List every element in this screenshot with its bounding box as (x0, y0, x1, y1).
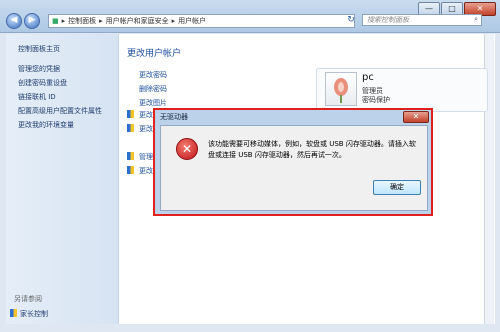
sidebar-item-profile[interactable]: 配置高级用户配置文件属性 (18, 106, 102, 116)
see-also-label: 另请参阅 (14, 295, 42, 303)
sidebar-item-reset-disk[interactable]: 创建密码重设盘 (18, 78, 67, 88)
page-title: 更改用户帐户 (127, 49, 182, 59)
change-link[interactable]: 更改 (139, 166, 153, 176)
breadcrumb-item[interactable]: 用户帐户和家庭安全 (106, 16, 169, 26)
breadcrumb-sep-icon: ▸ (61, 17, 66, 25)
search-input[interactable]: 搜索控制面板 ⌕ (362, 14, 482, 26)
refresh-icon[interactable]: ↻ (345, 14, 357, 26)
shield-icon (127, 166, 134, 174)
back-button[interactable]: ◀ (6, 13, 22, 29)
breadcrumb-item[interactable]: 用户帐户 (178, 16, 206, 26)
change-picture-link[interactable]: 更改图片 (139, 98, 167, 108)
sidebar-item-credentials[interactable]: 管理您的凭据 (18, 64, 60, 74)
sidebar-item-home[interactable]: 控制面板主页 (18, 44, 60, 54)
forward-button[interactable]: ▶ (24, 13, 40, 29)
manage-link[interactable]: 管理 (139, 152, 153, 162)
control-panel-icon: ■ (52, 17, 59, 25)
dialog-body: ✕ 该功能需要可移动媒体，例如，软盘或 USB 闪存驱动器。请插入软盘或连接 U… (160, 125, 428, 211)
change-link[interactable]: 更改 (139, 110, 153, 120)
sidebar-item-family-safety[interactable]: 家长控制 (20, 309, 48, 319)
change-link[interactable]: 更改 (139, 124, 153, 134)
dialog-close-button[interactable]: ✕ (403, 111, 429, 123)
breadcrumb-item[interactable]: 控制面板 (68, 16, 96, 26)
ok-button[interactable]: 确定 (373, 180, 421, 195)
dialog-message: 该功能需要可移动媒体，例如，软盘或 USB 闪存驱动器。请插入软盘或连接 USB… (208, 140, 416, 159)
breadcrumb-sep-icon: ▸ (171, 17, 176, 25)
address-bar[interactable]: ■ ▸ 控制面板 ▸ 用户帐户和家庭安全 ▸ 用户帐户 (48, 14, 355, 28)
shield-icon (127, 124, 134, 132)
shield-icon (127, 110, 134, 118)
shield-icon (127, 152, 134, 160)
flower-icon (334, 78, 348, 103)
sidebar-item-env-vars[interactable]: 更改我的环境变量 (18, 120, 74, 130)
user-password-status: 密码保护 (362, 96, 390, 104)
breadcrumb-sep-icon: ▸ (99, 17, 103, 25)
error-icon: ✕ (176, 138, 198, 160)
remove-password-link[interactable]: 删除密码 (139, 84, 167, 94)
change-password-link[interactable]: 更改密码 (139, 70, 167, 80)
shield-icon (10, 309, 17, 317)
search-icon[interactable]: ⌕ (474, 15, 478, 24)
no-drive-dialog: 无驱动器 ✕ ✕ 该功能需要可移动媒体，例如，软盘或 USB 闪存驱动器。请插入… (153, 108, 433, 216)
dialog-title: 无驱动器 (160, 113, 188, 121)
sidebar-item-online-id[interactable]: 链接联机 ID (18, 92, 56, 102)
user-avatar[interactable] (325, 72, 357, 106)
search-placeholder: 搜索控制面板 (367, 16, 409, 24)
user-name: pc (362, 72, 374, 83)
